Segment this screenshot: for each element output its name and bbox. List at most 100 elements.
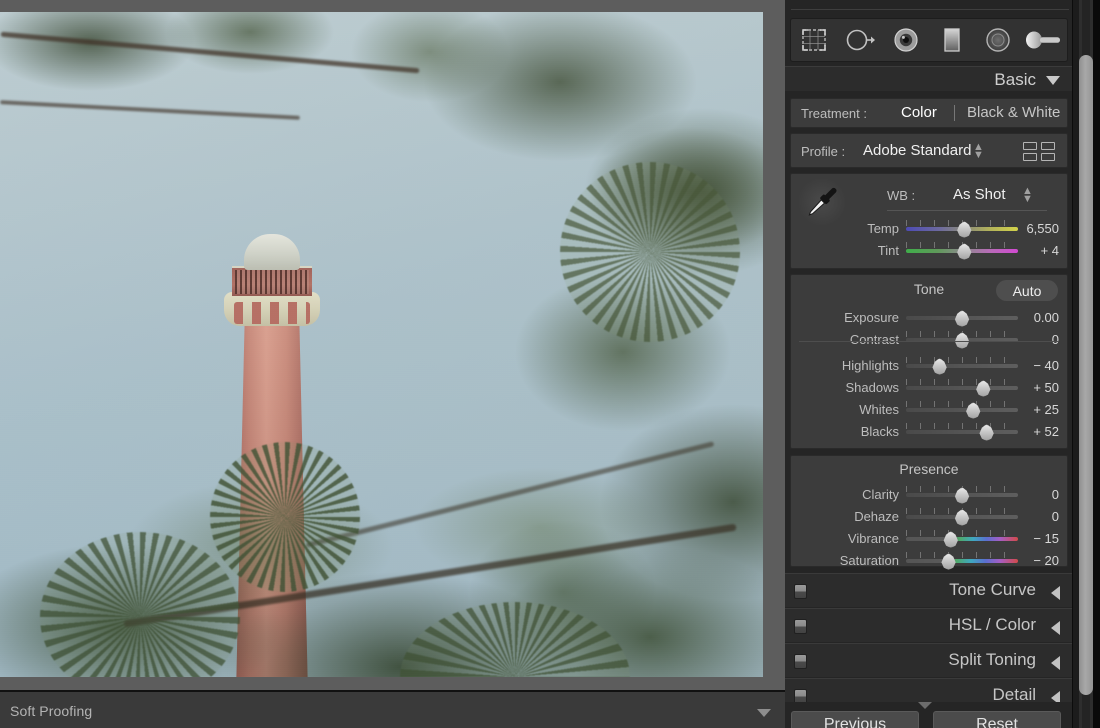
collapsed-panel-tone-curve[interactable]: Tone Curve xyxy=(785,573,1072,607)
circle-gradient-icon xyxy=(986,28,1010,52)
crop-overlay-tool[interactable] xyxy=(793,23,835,57)
slider-value[interactable]: − 40 xyxy=(1001,358,1059,373)
develop-tool-strip xyxy=(790,9,1069,62)
spot-removal-tool[interactable] xyxy=(839,23,881,57)
rectangle-gradient-icon xyxy=(944,28,960,52)
slider-value[interactable]: − 15 xyxy=(1001,531,1059,546)
chevron-down-icon[interactable] xyxy=(1046,76,1060,85)
auto-tone-button[interactable]: Auto xyxy=(996,280,1058,301)
panel-scrollbar[interactable] xyxy=(1072,0,1100,728)
collapsed-panel-split-toning[interactable]: Split Toning xyxy=(785,643,1072,677)
chevron-left-icon[interactable] xyxy=(1051,586,1060,600)
slider-value[interactable]: + 4 xyxy=(1001,243,1059,258)
radial-filter-tool[interactable] xyxy=(977,23,1019,57)
slider-value[interactable]: + 52 xyxy=(1001,424,1059,439)
lightroom-develop-window: Soft Proofing Basic Treatment: Color Bl… xyxy=(0,0,1100,728)
panel-scroll-body: Basic Treatment : Color Black & White Pr… xyxy=(785,0,1072,728)
tone-section: Tone Auto Exposure 0.00 Contrast 0 Highligh… xyxy=(790,274,1068,449)
stepper-updown-icon[interactable]: ▲ ▼ xyxy=(973,142,984,161)
slider-value[interactable]: − 20 xyxy=(1001,553,1059,568)
slider-value[interactable]: 0.00 xyxy=(1001,310,1059,325)
window-edge xyxy=(1093,0,1100,728)
stepper-updown-icon[interactable]: ▲ ▼ xyxy=(1022,186,1033,205)
reset-button[interactable]: Reset xyxy=(933,711,1061,728)
slider-label: Vibrance xyxy=(847,531,899,546)
collapsed-panel-title: Split Toning xyxy=(948,650,1036,669)
slider-row-highlights: Highlights − 40 xyxy=(791,355,1067,377)
adjustment-brush-tool[interactable] xyxy=(1023,23,1065,57)
red-eye-correction-tool[interactable] xyxy=(885,23,927,57)
treatment-label: Treatment : xyxy=(801,106,867,121)
image-viewport[interactable] xyxy=(0,0,785,690)
brush-icon xyxy=(1026,31,1060,49)
basic-panel-header[interactable]: Basic xyxy=(785,66,1072,91)
treatment-option-black-and-white[interactable]: Black & White xyxy=(967,104,1060,121)
treatment-option-color[interactable]: Color xyxy=(901,104,937,121)
slider-row-whites: Whites + 25 xyxy=(791,399,1067,421)
presence-section: Presence Clarity 0 Dehaze 0 Vibrance − 15 Satu… xyxy=(790,455,1068,570)
slider-value[interactable]: + 50 xyxy=(1001,380,1059,395)
spot-removal-icon xyxy=(846,29,875,51)
slider-row-contrast: Contrast 0 xyxy=(791,329,1067,351)
chevron-left-icon[interactable] xyxy=(1051,656,1060,670)
basic-panel-title: Basic xyxy=(994,70,1036,89)
eye-icon xyxy=(894,28,918,52)
slider-value[interactable]: 6,550 xyxy=(1001,221,1059,236)
slider-label: Dehaze xyxy=(854,509,899,524)
crop-icon xyxy=(802,29,826,51)
slider-row-clarity: Clarity 0 xyxy=(791,484,1067,506)
divider xyxy=(791,9,1069,10)
slider-label: Tint xyxy=(877,243,899,258)
collapsed-panel-title: HSL / Color xyxy=(948,615,1036,634)
slider-label: Clarity xyxy=(862,487,899,502)
slider-value[interactable]: + 25 xyxy=(1001,402,1059,417)
scrollbar-thumb[interactable] xyxy=(1079,55,1093,695)
white-balance-section: WB : As Shot ▲ ▼ Temp 6,550 Tint + 4 xyxy=(790,173,1068,269)
develop-right-panel: Basic Treatment : Color Black & White Pr… xyxy=(785,0,1100,728)
white-balance-label: WB : xyxy=(887,188,916,203)
divider xyxy=(887,210,1047,211)
photo-grain xyxy=(0,12,763,677)
slider-label: Exposure xyxy=(844,310,899,325)
slider-label: Temp xyxy=(867,221,899,236)
slider-row-saturation: Saturation − 20 xyxy=(791,550,1067,572)
slider-value[interactable]: 0 xyxy=(1001,332,1059,347)
photo-canvas[interactable] xyxy=(0,12,763,677)
slider-value[interactable]: 0 xyxy=(1001,509,1059,524)
chevron-left-icon[interactable] xyxy=(1051,621,1060,635)
panel-resize-grabber[interactable] xyxy=(918,702,932,709)
slider-label: Contrast xyxy=(849,332,899,347)
divider xyxy=(799,341,1059,342)
chevron-down-icon[interactable] xyxy=(757,709,771,717)
slider-row-dehaze: Dehaze 0 xyxy=(791,506,1067,528)
profile-label: Profile : xyxy=(801,144,846,159)
panel-enable-switch[interactable] xyxy=(794,584,807,599)
profile-grid-icon[interactable] xyxy=(1023,142,1057,162)
slider-row-blacks: Blacks + 52 xyxy=(791,421,1067,443)
slider-row-exposure: Exposure 0.00 xyxy=(791,307,1067,329)
divider xyxy=(954,105,955,121)
slider-label: Blacks xyxy=(860,424,899,439)
slider-row-tint: Tint + 4 xyxy=(791,240,1067,262)
slider-label: Shadows xyxy=(845,380,899,395)
slider-row-temp: Temp 6,550 xyxy=(791,218,1067,240)
slider-value[interactable]: 0 xyxy=(1001,487,1059,502)
panel-enable-switch[interactable] xyxy=(794,654,807,669)
collapsed-panel-title: Tone Curve xyxy=(949,580,1036,599)
white-balance-value[interactable]: As Shot xyxy=(953,186,1006,203)
profile-value[interactable]: Adobe Standard xyxy=(863,142,971,159)
soft-proofing-bar[interactable]: Soft Proofing xyxy=(0,690,785,728)
slider-row-shadows: Shadows + 50 xyxy=(791,377,1067,399)
slider-row-vibrance: Vibrance − 15 xyxy=(791,528,1067,550)
slider-handle[interactable] xyxy=(954,310,970,327)
treatment-row: Treatment : Color Black & White xyxy=(790,98,1068,128)
slider-label: Whites xyxy=(859,402,899,417)
collapsed-panel-hsl-color[interactable]: HSL / Color xyxy=(785,608,1072,642)
profile-row: Profile : Adobe Standard ▲ ▼ xyxy=(790,133,1068,168)
panel-enable-switch[interactable] xyxy=(794,619,807,634)
soft-proofing-label: Soft Proofing xyxy=(10,703,93,719)
slider-label: Saturation xyxy=(839,553,899,568)
graduated-filter-tool[interactable] xyxy=(931,23,973,57)
presence-title: Presence xyxy=(899,461,959,477)
previous-button[interactable]: Previous xyxy=(791,711,919,728)
